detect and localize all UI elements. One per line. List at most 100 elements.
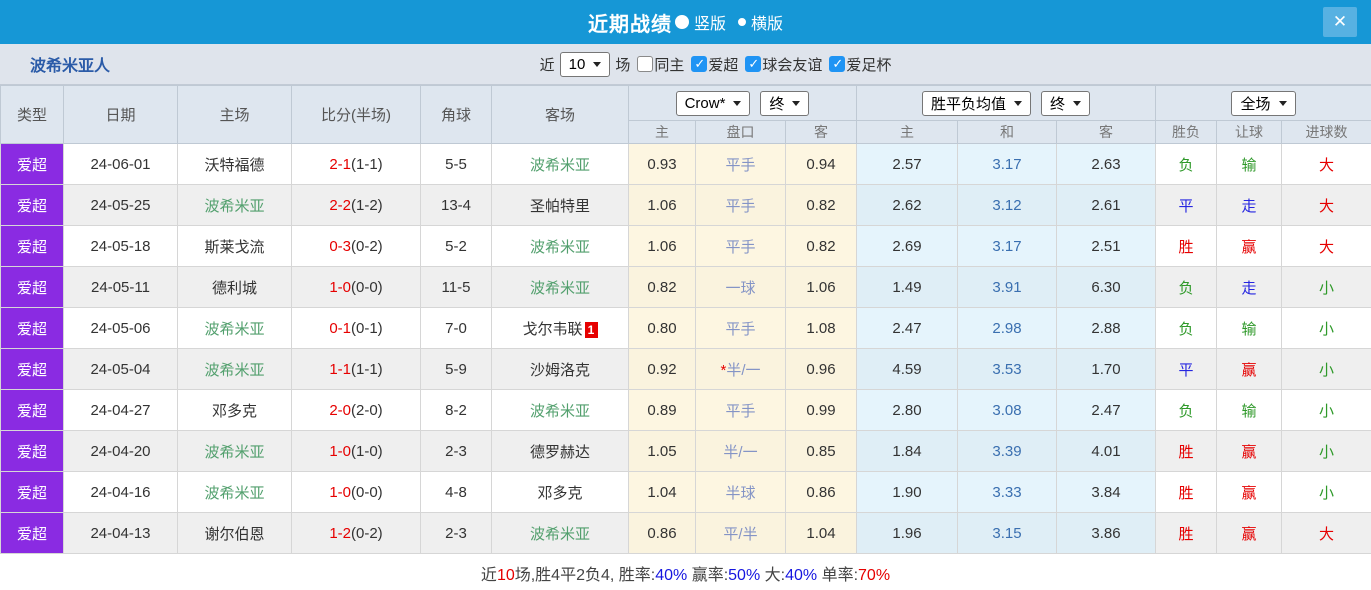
col-odds-win: 1.96 xyxy=(856,512,958,554)
bookmaker-period-select[interactable]: 终 xyxy=(760,90,810,116)
col-handicap-result: 输 xyxy=(1216,143,1282,185)
avg-odds-value: 胜平负均值 xyxy=(930,95,1006,113)
col-handicap-result: 输 xyxy=(1216,389,1282,431)
col-corner: 5-2 xyxy=(420,225,492,267)
filter-checkbox[interactable] xyxy=(829,56,846,72)
match-row: 爱超 24-04-27 邓多克 2-0(2-0) 8-2 波希米亚 0.89 平手 0.99 2.… xyxy=(0,389,1371,431)
col-score: 1-0(0-0) xyxy=(291,471,421,513)
col-result: 平 xyxy=(1155,348,1217,390)
col-odds-lose: 3.84 xyxy=(1056,471,1156,513)
filters: 近 10 场 同主 爱超 球会友谊 爱足杯 xyxy=(540,51,891,77)
col-asian-away-odds: 0.96 xyxy=(785,348,857,390)
col-league-badge: 爱超 xyxy=(0,266,64,308)
summary-part: 70% xyxy=(858,566,891,584)
bookmaker-select-value: Crow* xyxy=(684,94,726,112)
col-goals-result: 小 xyxy=(1281,307,1371,349)
col-league-badge: 爱超 xyxy=(0,143,64,185)
col-odds-draw: 3.08 xyxy=(957,389,1057,431)
col-corner: 5-9 xyxy=(420,348,492,390)
summary-part: 10 xyxy=(496,566,515,584)
col-odds-lose: 2.47 xyxy=(1056,389,1156,431)
handicap-star: * xyxy=(720,361,727,379)
filter-bar: 波希米亚人 近 10 场 同主 爱超 球会友谊 爱足杯 xyxy=(0,44,1371,85)
filter-checkbox[interactable] xyxy=(745,56,762,72)
chevron-down-icon xyxy=(733,100,742,106)
col-result: 胜 xyxy=(1155,471,1217,513)
bookmaker-select[interactable]: Crow* xyxy=(675,90,751,116)
col-odds-win: 2.80 xyxy=(856,389,958,431)
col-handicap-result: 走 xyxy=(1216,266,1282,308)
halftime-score: (0-0) xyxy=(351,483,383,501)
filter-checkbox[interactable] xyxy=(691,56,708,72)
col-odds-lose: 1.70 xyxy=(1056,348,1156,390)
filter-checkbox-label[interactable]: 爱超 xyxy=(708,54,738,75)
summary-text: 近10场,胜4平2负4, 胜率:40% 赢率:50% 大:40% 单率:70% xyxy=(481,561,890,585)
col-odds-win: 2.57 xyxy=(856,143,958,185)
col-odds-lose: 2.88 xyxy=(1056,307,1156,349)
col-handicap: *半/一 xyxy=(695,348,786,390)
col-league-badge: 爱超 xyxy=(0,307,64,349)
col-date: 24-04-16 xyxy=(63,471,178,513)
filter-checkbox-label[interactable]: 爱足杯 xyxy=(846,54,891,75)
col-date: 24-05-18 xyxy=(63,225,178,267)
col-result: 负 xyxy=(1155,266,1217,308)
horizontal-layout-label[interactable]: 横版 xyxy=(751,10,783,34)
dialog-titlebar: 近期战绩 竖版 横版 ✕ xyxy=(0,0,1371,44)
away-team-name: 波希米亚 xyxy=(529,156,590,174)
col-asian-home-odds: 0.89 xyxy=(628,389,696,431)
col-odds-draw: 3.15 xyxy=(957,512,1057,554)
col-handicap: 平/半 xyxy=(695,512,786,554)
match-count-select[interactable]: 10 xyxy=(559,51,611,77)
recent-results-dialog: 近期战绩 竖版 横版 ✕ 波希米亚人 近 10 场 同主爱超球会友谊爱足杯 xyxy=(0,0,1371,590)
away-team-name: 邓多克 xyxy=(537,484,583,502)
fulltime-score: 1-0 xyxy=(329,278,351,296)
match-row: 爱超 24-04-13 谢尔伯恩 1-2(0-2) 2-3 波希米亚 0.86 平/半 1.04… xyxy=(0,512,1371,554)
vertical-layout-label[interactable]: 竖版 xyxy=(694,10,726,34)
vertical-layout-radio[interactable] xyxy=(674,15,689,29)
col-away-team: 波希米亚 xyxy=(491,512,629,554)
away-team-name: 德罗赫达 xyxy=(529,443,590,461)
col-league-badge: 爱超 xyxy=(0,389,64,431)
header-home: 主场 xyxy=(177,85,292,144)
team-name: 波希米亚人 xyxy=(30,58,111,75)
close-button[interactable]: ✕ xyxy=(1323,7,1357,37)
halftime-score: (1-1) xyxy=(351,360,383,378)
match-row: 爱超 24-05-18 斯莱戈流 0-3(0-2) 5-2 波希米亚 1.06 平手 0.82 2… xyxy=(0,225,1371,267)
filter-checkbox-label[interactable]: 同主 xyxy=(654,54,684,75)
col-away-team: 波希米亚 xyxy=(491,389,629,431)
col-date: 24-05-06 xyxy=(63,307,178,349)
col-home-team: 斯莱戈流 xyxy=(177,225,292,267)
col-corner: 4-8 xyxy=(420,471,492,513)
title-group: 近期战绩 竖版 横版 xyxy=(588,8,783,37)
header-corner: 角球 xyxy=(420,85,492,144)
col-asian-away-odds: 0.94 xyxy=(785,143,857,185)
chevron-down-icon xyxy=(1014,100,1022,106)
avg-odds-select[interactable]: 胜平负均值 xyxy=(921,90,1031,116)
horizontal-layout-radio[interactable] xyxy=(738,18,746,26)
avg-period-select[interactable]: 终 xyxy=(1041,90,1091,116)
col-odds-lose: 2.51 xyxy=(1056,225,1156,267)
summary-part: 场,胜4平2负4, 胜率: xyxy=(514,566,656,584)
filter-checkbox[interactable] xyxy=(637,56,654,72)
col-goals-result: 小 xyxy=(1281,430,1371,472)
avg-period-value: 终 xyxy=(1050,95,1066,113)
away-team-name: 波希米亚 xyxy=(529,525,590,543)
bookmaker-period-value: 终 xyxy=(769,95,785,113)
away-team-name: 波希米亚 xyxy=(529,402,590,420)
col-odds-draw: 3.17 xyxy=(957,225,1057,267)
col-handicap-result: 赢 xyxy=(1216,348,1282,390)
col-handicap: 平手 xyxy=(695,225,786,267)
fulltime-score: 0-1 xyxy=(329,319,351,337)
fulltime-score: 1-0 xyxy=(329,483,351,501)
col-handicap: 平手 xyxy=(695,143,786,185)
col-result: 负 xyxy=(1155,307,1217,349)
col-away-team: 邓多克 xyxy=(491,471,629,513)
col-asian-home-odds: 0.80 xyxy=(628,307,696,349)
col-handicap-result: 赢 xyxy=(1216,471,1282,513)
col-asian-away-odds: 1.06 xyxy=(785,266,857,308)
halftime-score: (1-0) xyxy=(351,442,383,460)
scope-select[interactable]: 全场 xyxy=(1231,90,1296,116)
col-score: 0-3(0-2) xyxy=(291,225,421,267)
col-handicap: 半/一 xyxy=(695,430,786,472)
filter-checkbox-label[interactable]: 球会友谊 xyxy=(762,54,822,75)
